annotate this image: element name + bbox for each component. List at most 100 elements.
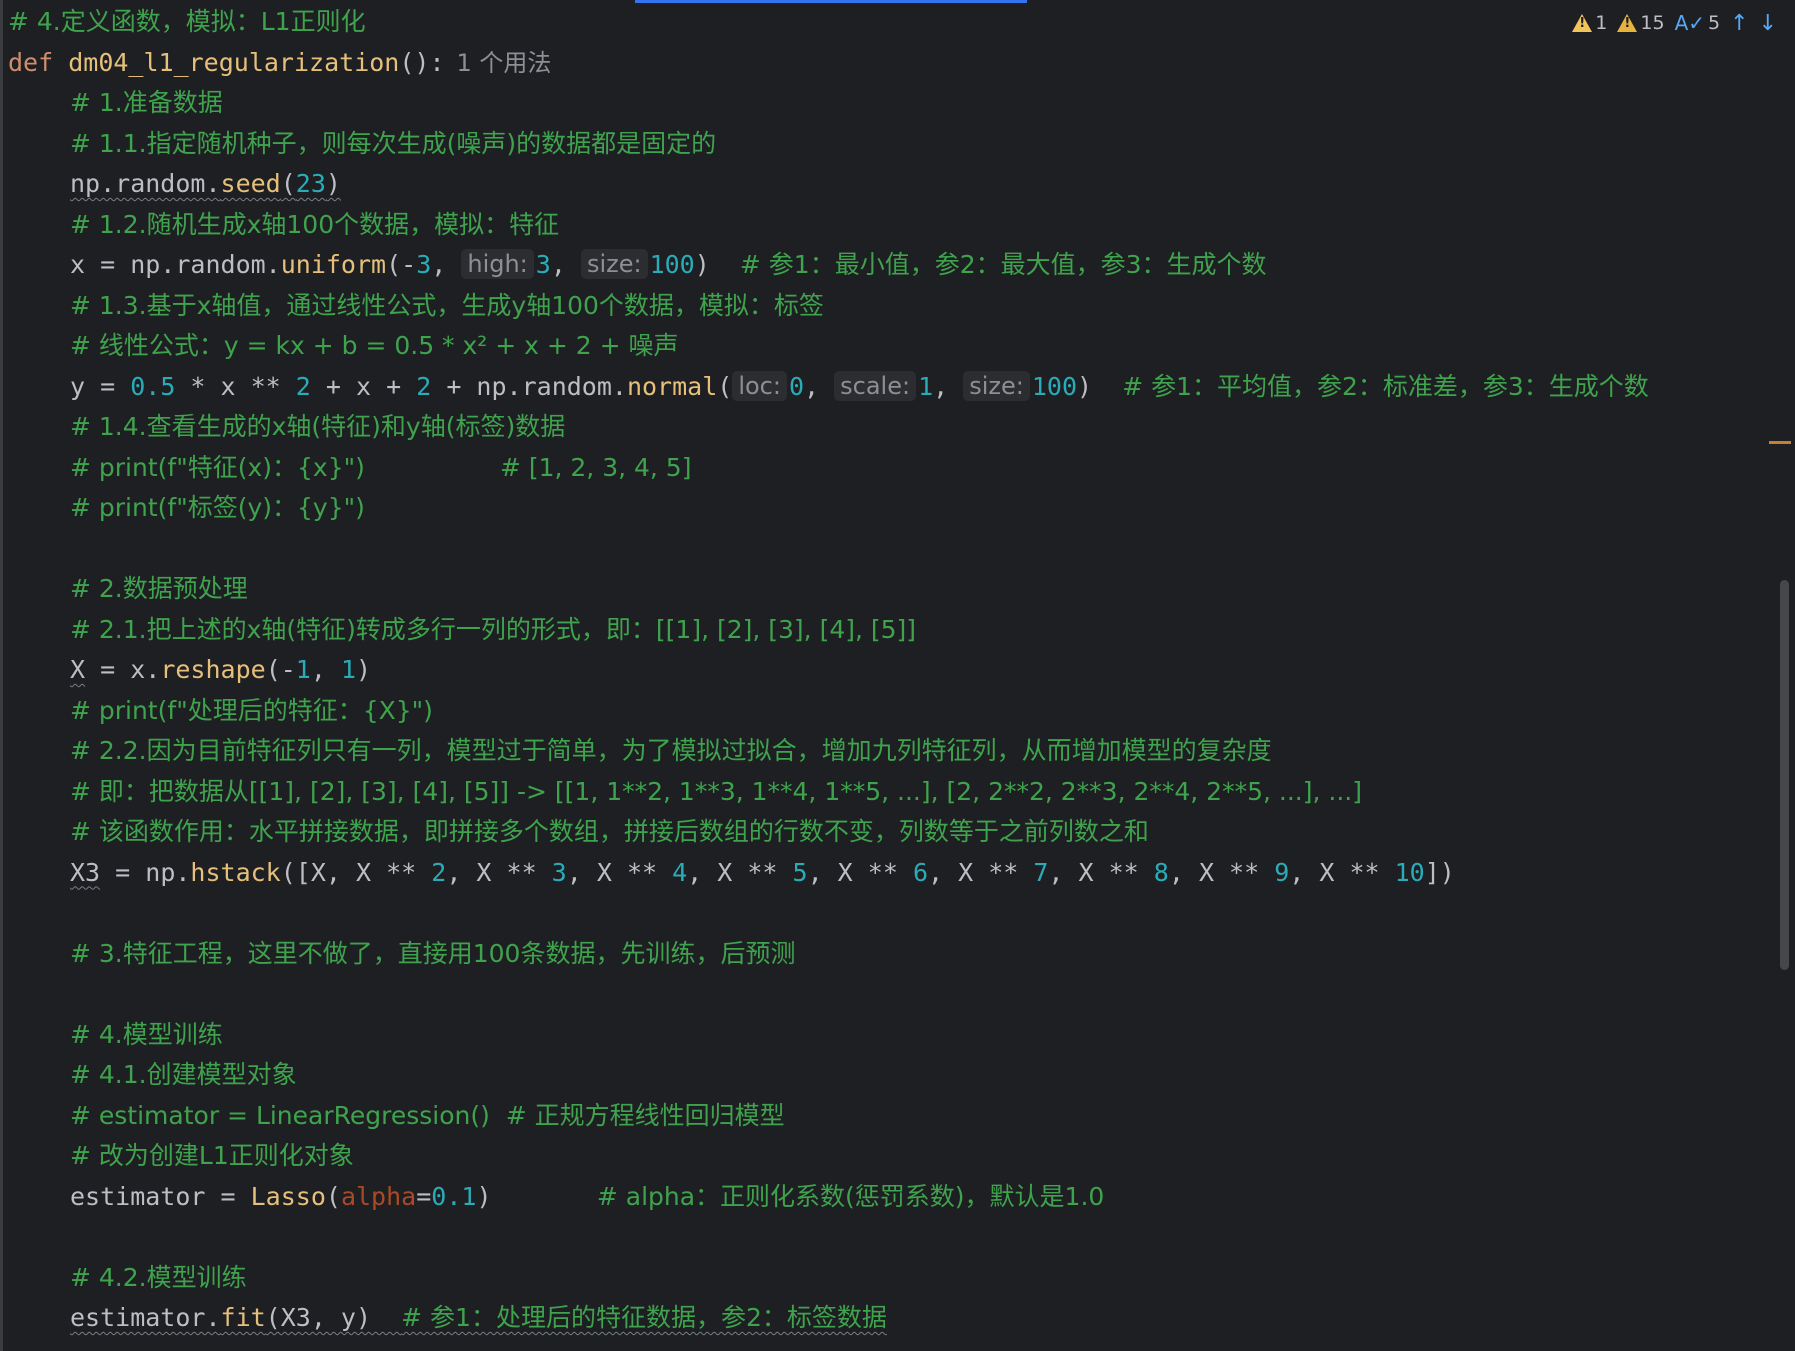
number-literal: 0.5: [130, 371, 176, 401]
number-literal: 2: [416, 371, 432, 401]
code-line[interactable]: # print(f"处理后的特征：{X}"): [8, 691, 1778, 732]
class-name[interactable]: Lasso: [251, 1182, 326, 1211]
method-name[interactable]: reshape: [160, 655, 265, 684]
number-literal: 2: [295, 371, 311, 401]
code-line[interactable]: # 1.准备数据: [8, 83, 1778, 124]
number-literal: 3: [416, 250, 432, 279]
parameter-hint: scale:: [834, 370, 917, 401]
code-text: ): [356, 655, 372, 684]
code-line[interactable]: # 4.模型训练: [8, 1015, 1778, 1056]
comment: # 4.定义函数，模拟：L1正则化: [8, 7, 366, 36]
code-text: , X **: [807, 857, 913, 887]
method-name[interactable]: uniform: [281, 250, 386, 279]
empty-line[interactable]: [8, 893, 1778, 934]
comment: # 1.3.基于x轴值，通过线性公式，生成y轴100个数据，模拟：标签: [70, 290, 824, 320]
code-text: ,: [550, 250, 581, 279]
empty-line[interactable]: [8, 1217, 1778, 1258]
code-line[interactable]: # print(f"标签(y)：{y}"): [8, 488, 1778, 529]
method-name[interactable]: fit: [221, 1303, 266, 1332]
number-literal: 2: [431, 857, 447, 887]
parameter-hint: loc:: [732, 370, 787, 401]
comment: # 3.特征工程，这里不做了，直接用100条数据，先训练，后预测: [70, 938, 796, 968]
code-line[interactable]: # print(f"特征(x)：{x}") # [1, 2, 3, 4, 5]: [8, 448, 1778, 489]
code-line[interactable]: X3 = np.hstack([X, X ** 2, X ** 3, X ** …: [8, 853, 1778, 894]
code-line[interactable]: # 1.3.基于x轴值，通过线性公式，生成y轴100个数据，模拟：标签: [8, 286, 1778, 327]
code-line[interactable]: # 改为创建L1正则化对象: [8, 1136, 1778, 1177]
method-name[interactable]: hstack: [190, 858, 280, 887]
empty-line[interactable]: [8, 974, 1778, 1015]
code-line[interactable]: # 即：把数据从[[1], [2], [3], [4], [5]] -> [[1…: [8, 772, 1778, 813]
code-line[interactable]: # estimator = LinearRegression() # 正规方程线…: [8, 1096, 1778, 1137]
code-line[interactable]: estimator = Lasso(alpha=0.1) # alpha：正则化…: [8, 1177, 1778, 1218]
parameter-hint: size:: [963, 370, 1030, 401]
comment: # print(f"特征(x)：{x}") # [1, 2, 3, 4, 5]: [70, 452, 692, 482]
comment: # 2.1.把上述的x轴(特征)转成多行一列的形式，即：[[1], [2], […: [70, 614, 917, 644]
code-line[interactable]: # 2.2.因为目前特征列只有一列，模型过于简单，为了模拟过拟合，增加九列特征列…: [8, 731, 1778, 772]
number-literal: 100: [649, 250, 695, 279]
code-line[interactable]: # 1.2.随机生成x轴100个数据，模拟：特征: [8, 205, 1778, 246]
code-text: ): [694, 250, 740, 279]
comment: # 参1：平均值，参2：标准差，参3：生成个数: [1122, 371, 1649, 401]
keyword-def: def: [8, 47, 54, 77]
code-line[interactable]: estimator.fit(X3, y) # 参1：处理后的特征数据，参2：标签…: [8, 1298, 1778, 1339]
code-line[interactable]: # 4.定义函数，模拟：L1正则化: [8, 2, 1778, 43]
code-line[interactable]: x = np.random.uniform(-3, high: 3, size: 1…: [8, 245, 1778, 286]
code-text: x = np.random.: [70, 250, 281, 279]
code-text: ,: [804, 371, 835, 401]
code-line[interactable]: # 1.1.指定随机种子，则每次生成(噪声)的数据都是固定的: [8, 124, 1778, 165]
code-area[interactable]: # 4.定义函数，模拟：L1正则化 def dm04_l1_regulariza…: [8, 2, 1778, 1339]
code-line[interactable]: y = 0.5 * x ** 2 + x + 2 + np.random.nor…: [8, 367, 1778, 408]
comment: # print(f"处理后的特征：{X}"): [70, 695, 433, 725]
code-line[interactable]: # 1.4.查看生成的x轴(特征)和y轴(标签)数据: [8, 407, 1778, 448]
method-name[interactable]: seed: [221, 169, 281, 198]
code-line[interactable]: # 该函数作用：水平拼接数据，即拼接多个数组，拼接后数组的行数不变，列数等于之前…: [8, 812, 1778, 853]
number-literal: 23: [295, 169, 326, 198]
code-text: ): [476, 1181, 597, 1211]
code-line[interactable]: np.random.seed(23): [8, 164, 1778, 205]
code-text: , X **: [1048, 857, 1154, 887]
code-line[interactable]: # 2.1.把上述的x轴(特征)转成多行一列的形式，即：[[1], [2], […: [8, 610, 1778, 651]
variable-name[interactable]: X: [70, 655, 85, 684]
code-text: estimator =: [70, 1181, 251, 1211]
code-line[interactable]: X = x.reshape(-1, 1): [8, 650, 1778, 691]
comment: # print(f"标签(y)：{y}"): [70, 493, 365, 522]
code-text: (: [325, 1181, 341, 1211]
code-text: = x.: [85, 655, 161, 684]
empty-line[interactable]: [8, 529, 1778, 570]
usage-hint[interactable]: 1 个用法: [457, 49, 552, 77]
method-name[interactable]: normal: [627, 372, 717, 401]
error-stripe-marker[interactable]: [1769, 441, 1791, 444]
code-text: =: [416, 1181, 432, 1211]
code-text: (X3, y): [265, 1303, 402, 1332]
code-line[interactable]: # 3.特征工程，这里不做了，直接用100条数据，先训练，后预测: [8, 934, 1778, 975]
parameter-hint: high:: [461, 249, 534, 279]
code-line[interactable]: # 2.数据预处理: [8, 569, 1778, 610]
code-editor[interactable]: 1 15 A✓ 5 ↑ ↓ # 4.定义函数，模拟：L1正则化 def dm04…: [0, 0, 1795, 1351]
code-line[interactable]: # 线性公式：y = kx + b = 0.5 * x² + x + 2 + 噪…: [8, 326, 1778, 367]
code-text: ]): [1424, 857, 1455, 887]
code-text: , X **: [1168, 857, 1275, 887]
number-literal: 7: [1033, 857, 1049, 887]
code-text: ): [1077, 371, 1123, 401]
code-text: ,: [310, 655, 341, 684]
comment: # 4.1.创建模型对象: [70, 1060, 297, 1089]
function-name[interactable]: dm04_l1_regularization: [68, 48, 399, 77]
code-line[interactable]: # 4.1.创建模型对象: [8, 1055, 1778, 1096]
comment: # 1.4.查看生成的x轴(特征)和y轴(标签)数据: [70, 412, 566, 441]
code-line[interactable]: # 4.2.模型训练: [8, 1258, 1778, 1299]
code-text: (-: [386, 250, 417, 279]
code-line[interactable]: def dm04_l1_regularization(): 1 个用法: [8, 43, 1778, 84]
comment: # 即：把数据从[[1], [2], [3], [4], [5]] -> [[1…: [70, 776, 1362, 806]
code-text: , X **: [446, 857, 552, 887]
number-literal: 10: [1394, 857, 1425, 887]
variable-name[interactable]: X3: [70, 858, 100, 887]
comment: # 4.模型训练: [70, 1019, 223, 1049]
code-text: (: [717, 371, 733, 401]
code-text: ([X, X **: [280, 857, 432, 887]
code-text: , X **: [687, 857, 793, 887]
code-text: , X **: [928, 857, 1034, 887]
vertical-scrollbar[interactable]: [1780, 580, 1789, 970]
comment: # 参1：最小值，参2：最大值，参3：生成个数: [739, 250, 1267, 279]
code-text: , X **: [566, 857, 673, 887]
comment: # 1.1.指定随机种子，则每次生成(噪声)的数据都是固定的: [70, 128, 717, 158]
